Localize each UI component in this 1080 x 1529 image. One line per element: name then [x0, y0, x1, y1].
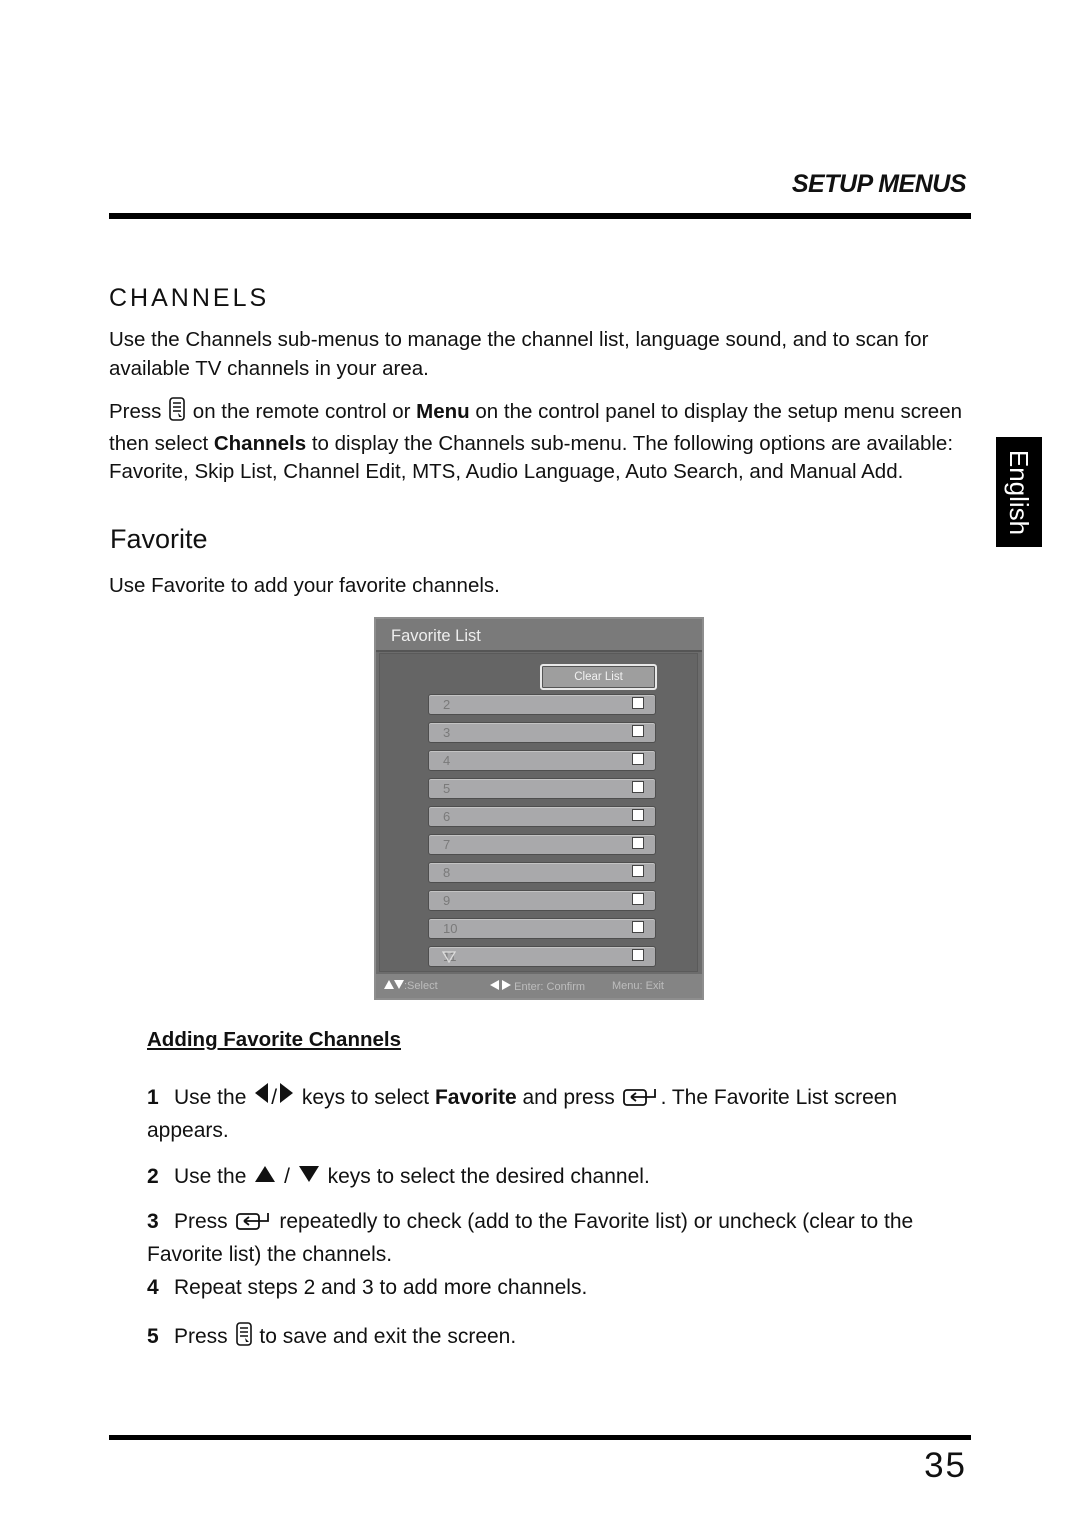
channels-intro: Use the Channels sub-menus to manage the…	[109, 328, 929, 380]
channel-row[interactable]: 2	[428, 694, 656, 715]
favorite-checkbox[interactable]	[632, 949, 644, 961]
down-key-icon	[298, 1166, 319, 1182]
channel-number: 7	[443, 837, 451, 852]
step-2: 2 Use the / keys to select the desired ch…	[147, 1162, 977, 1192]
step-4: 4 Repeat steps 2 and 3 to add more channe…	[147, 1273, 977, 1303]
text: Press	[174, 1325, 228, 1348]
osd-footer: :Select Enter: Confirm Menu: Exit	[376, 974, 702, 998]
step-number: 4	[147, 1276, 159, 1299]
menu-remote-icon	[169, 397, 185, 430]
up-arrow-icon	[384, 980, 394, 989]
language-label: English	[1004, 449, 1035, 535]
text: to save and exit the screen.	[253, 1325, 517, 1348]
favorite-keyword: Favorite	[434, 1086, 517, 1109]
channels-press-paragraph: Press on the remote control or Menu on t…	[109, 397, 974, 487]
menu-keyword: Menu	[416, 400, 470, 423]
channel-number: 6	[443, 809, 451, 824]
favorite-checkbox[interactable]	[632, 893, 644, 905]
footer-rule	[109, 1435, 971, 1440]
favorite-description: Use Favorite to add your favorite channe…	[109, 574, 500, 597]
select-hint-label: :Select	[404, 980, 438, 992]
channel-number: 2	[443, 697, 451, 712]
text: /	[284, 1165, 290, 1188]
favorite-checkbox[interactable]	[632, 725, 644, 737]
text: keys to select	[296, 1086, 435, 1109]
confirm-hint: Enter: Confirm	[490, 980, 585, 993]
channel-number: 8	[443, 865, 451, 880]
language-tab: English	[996, 437, 1042, 547]
text: Press	[109, 400, 162, 423]
text: Press	[174, 1210, 228, 1233]
left-arrow-icon	[490, 980, 499, 990]
text: Use the	[174, 1165, 247, 1188]
favorite-checkbox[interactable]	[632, 753, 644, 765]
down-arrow-icon	[394, 980, 404, 989]
right-arrow-icon	[502, 980, 512, 990]
channel-row[interactable]: 11	[428, 946, 656, 967]
channel-list: 2 3 4 5 6 7 8 9 10 11	[428, 694, 656, 974]
channel-row[interactable]: 5	[428, 778, 656, 799]
enter-key-icon	[622, 1086, 659, 1116]
enter-key-icon	[235, 1210, 272, 1240]
header-rule	[109, 213, 971, 219]
confirm-hint-label: Enter: Confirm	[514, 981, 586, 993]
section-header: SETUP MENUS	[791, 170, 967, 198]
left-key-icon	[255, 1083, 269, 1103]
favorite-checkbox[interactable]	[632, 865, 644, 877]
channel-row[interactable]: 9	[428, 890, 656, 911]
channel-row[interactable]: 3	[428, 722, 656, 743]
channels-keyword: Channels	[213, 431, 307, 455]
favorite-checkbox[interactable]	[632, 697, 644, 709]
osd-title-bar: Favorite List	[376, 619, 702, 652]
favorite-heading: Favorite	[110, 524, 208, 554]
step-number: 2	[147, 1165, 159, 1188]
right-key-icon	[280, 1083, 294, 1103]
step-1: 1 Use the / keys to select Favorite and p…	[147, 1083, 977, 1146]
text: Repeat steps 2 and 3 to add more channel…	[174, 1276, 588, 1299]
channel-number: 10	[443, 921, 458, 936]
channel-number: 5	[443, 781, 451, 796]
text: keys to select the desired channel.	[321, 1165, 650, 1188]
exit-hint: Menu: Exit	[612, 980, 664, 992]
step-number: 3	[147, 1210, 159, 1233]
menu-remote-icon	[235, 1322, 252, 1355]
channel-row[interactable]: 4	[428, 750, 656, 771]
clear-list-button[interactable]: Clear List	[540, 664, 657, 690]
up-key-icon	[255, 1166, 276, 1182]
channel-row[interactable]: 7	[428, 834, 656, 855]
step-number: 1	[147, 1086, 159, 1109]
osd-title: Favorite List	[391, 627, 481, 645]
text: /	[271, 1086, 278, 1109]
channel-number: 3	[443, 725, 451, 740]
channel-number: 9	[443, 893, 451, 908]
channel-row[interactable]: 6	[428, 806, 656, 827]
favorite-list-screen: Favorite List Clear List 2 3 4 5 6 7 8 9 10 11 :S…	[374, 617, 704, 1000]
channel-row[interactable]: 8	[428, 862, 656, 883]
text: on the remote control or	[187, 400, 417, 423]
channel-row[interactable]: 10	[428, 918, 656, 939]
select-hint: :Select	[384, 980, 438, 992]
osd-body: Clear List 2 3 4 5 6 7 8 9 10 11	[379, 653, 698, 972]
favorite-checkbox[interactable]	[632, 837, 644, 849]
favorite-checkbox[interactable]	[632, 781, 644, 793]
step-number: 5	[147, 1325, 159, 1348]
favorite-checkbox[interactable]	[632, 921, 644, 933]
adding-favorite-heading: Adding Favorite Channels	[147, 1028, 401, 1051]
channels-heading: CHANNELS	[109, 284, 270, 312]
channel-number: 4	[443, 753, 451, 768]
page-number: 35	[924, 1446, 967, 1485]
step-5: 5 Press to save and exit the screen.	[147, 1322, 977, 1355]
step-3: 3 Press repeatedly to check (add to the F…	[147, 1207, 977, 1270]
favorite-checkbox[interactable]	[632, 809, 644, 821]
text: Use the	[174, 1086, 247, 1109]
text: and press	[516, 1086, 621, 1109]
